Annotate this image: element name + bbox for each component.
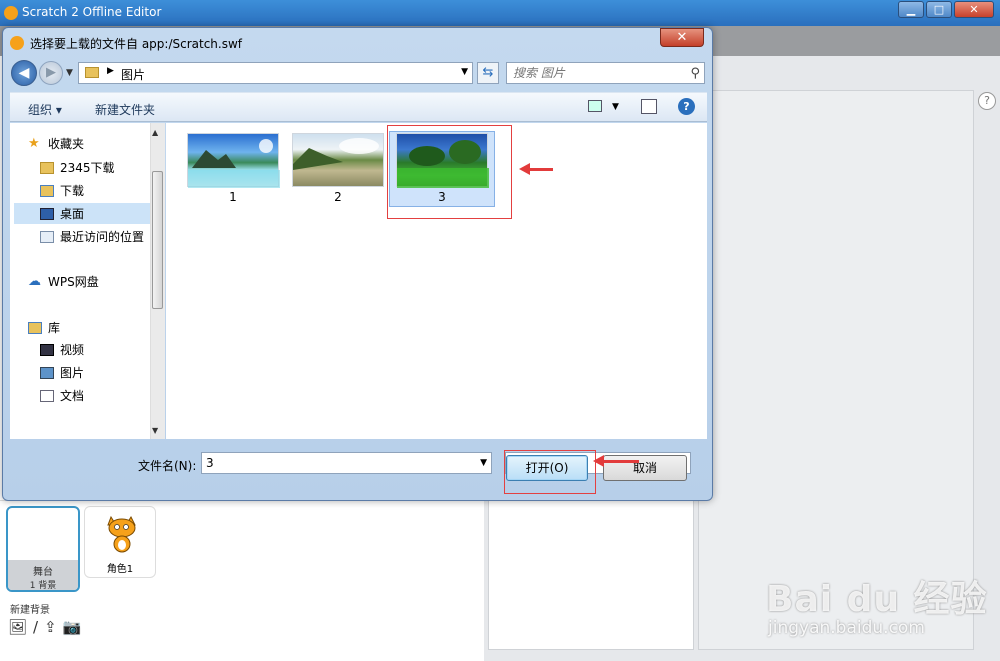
dialog-title: 选择要上载的文件自 app:/Scratch.swf [30,37,243,51]
nav-item-label: 2345下载 [60,161,115,175]
nav-item-desktop[interactable]: 桌面 [14,203,150,224]
new-folder-button[interactable]: 新建文件夹 [95,101,155,118]
coast-image-icon [293,138,379,170]
search-input[interactable] [507,63,677,83]
cloud-icon: ☁ [28,273,41,289]
back-arrow-icon[interactable]: ◀ [11,60,37,86]
breadcrumb-chevron-icon[interactable]: ▶ [107,66,114,76]
app-titlebar: Scratch 2 Offline Editor ▁ □ ✕ [0,0,1000,26]
video-icon [40,343,54,356]
folder-icon [40,161,54,174]
maximize-button[interactable]: □ [926,1,952,18]
annotation-arrow-icon [519,163,553,175]
stage-thumbnail[interactable]: 舞台 1 背景 [6,506,80,592]
search-icon[interactable]: ⚲ [690,66,700,81]
annotation-highlight-box [387,125,512,219]
backdrop-tools: 🖼 / ⇪ 📷 [8,618,81,636]
nav-item-favorites[interactable]: ★ 收藏夹 [28,135,84,152]
script-area[interactable] [698,90,974,650]
scroll-up-arrow-icon[interactable]: ▲ [152,128,158,137]
folder-icon [85,67,99,78]
desktop-icon [40,207,54,220]
address-bar[interactable]: ▶ 图片 ▼ [78,62,473,84]
help-icon[interactable]: ? [978,92,996,110]
refresh-button[interactable]: ⇆ [477,62,499,84]
file-name-label: 文件名(N): [138,459,197,473]
nav-item-label: 最近访问的位置 [60,230,145,244]
beach-image-icon [188,139,280,188]
nav-item-documents[interactable]: 文档 [40,387,84,404]
nav-item-wps-cloud[interactable]: ☁ WPS网盘 [28,273,99,290]
search-box[interactable]: ⚲ [506,62,705,84]
nav-item-downloads[interactable]: 下载 [40,182,84,199]
new-backdrop-label: 新建背景 [10,605,50,616]
nav-item-label: 收藏夹 [48,137,85,151]
baidu-watermark: Bai du 经验 [766,579,988,620]
scratch-cat-icon [107,515,136,553]
download-folder-icon [40,184,54,197]
cancel-button[interactable]: 取消 [603,455,687,481]
sprite-thumbnail[interactable]: 角色1 [84,506,156,578]
address-dropdown-icon[interactable]: ▼ [461,67,468,77]
nav-scrollbar-thumb[interactable] [152,171,163,309]
file-upload-dialog: 选择要上载的文件自 app:/Scratch.swf ✕ ◀ ▶ ▼ ▶ 图片 … [2,27,713,501]
dialog-scratch-icon [10,36,24,50]
stage-label: 舞台 [33,567,53,578]
stage-backdrop-count: 1 背景 [29,581,57,591]
file-name-input[interactable] [202,453,467,473]
preview-pane-icon[interactable] [641,99,657,114]
minimize-button[interactable]: ▁ [898,1,924,18]
nav-item-pictures[interactable]: 图片 [40,364,84,381]
file-name-2[interactable]: 2 [292,190,384,204]
recent-places-icon [40,230,54,243]
dialog-close-button[interactable]: ✕ [660,28,704,47]
scratch-logo-icon [4,6,18,20]
app-close-button[interactable]: ✕ [954,1,994,18]
recent-locations-chevron-icon[interactable]: ▼ [66,68,73,78]
sprite-name: 角色1 [106,564,134,575]
file-name-dropdown-icon[interactable]: ▼ [480,458,487,468]
baidu-watermark-url: jingyan.baidu.com [768,618,925,638]
draw-backdrop-icon[interactable]: / [33,618,38,636]
forward-arrow-icon[interactable]: ▶ [39,61,63,85]
file-name-1[interactable]: 1 [187,190,279,204]
nav-item-label: 视频 [60,343,85,357]
nav-item-videos[interactable]: 视频 [40,341,84,358]
pictures-icon [40,366,54,379]
nav-item-recent-places[interactable]: 最近访问的位置 [40,228,144,245]
paint-backdrop-icon[interactable]: 🖼 [8,618,27,636]
nav-item-label: 图片 [60,366,85,380]
breadcrumb-current[interactable]: 图片 [121,66,145,83]
camera-backdrop-icon[interactable]: 📷 [63,618,82,636]
nav-item-libraries[interactable]: 库 [28,319,60,336]
upload-backdrop-icon[interactable]: ⇪ [44,618,57,636]
nav-item-label: 下载 [60,184,85,198]
view-chevron-down-icon[interactable]: ▼ [612,102,619,112]
organize-menu[interactable]: 组织 ▾ [28,101,62,118]
nav-item-label: 桌面 [60,207,85,221]
annotation-open-highlight-box [504,450,596,494]
help-button[interactable]: ? [678,98,695,115]
app-title: Scratch 2 Offline Editor [22,5,162,19]
nav-item-label: WPS网盘 [48,275,99,289]
file-thumbnail-2[interactable] [292,133,384,187]
scroll-down-arrow-icon[interactable]: ▼ [152,426,158,435]
nav-item-2345-download[interactable]: 2345下载 [40,159,115,176]
nav-item-label: 库 [48,321,61,335]
documents-icon [40,389,54,402]
library-icon [28,321,42,334]
view-options-icon[interactable] [588,100,602,112]
command-bar: 组织 ▾ 新建文件夹 ▼ ? [10,92,707,122]
nav-item-label: 文档 [60,389,85,403]
file-thumbnail-1[interactable] [187,133,280,188]
star-icon: ★ [28,135,40,151]
navigation-pane: ★ 收藏夹 2345下载 下载 桌面 最近访问的位置 ☁ WPS网盘 库 视频 … [10,123,164,439]
file-name-combobox[interactable]: ▼ [201,452,492,474]
annotation-open-arrow-icon [593,455,639,467]
